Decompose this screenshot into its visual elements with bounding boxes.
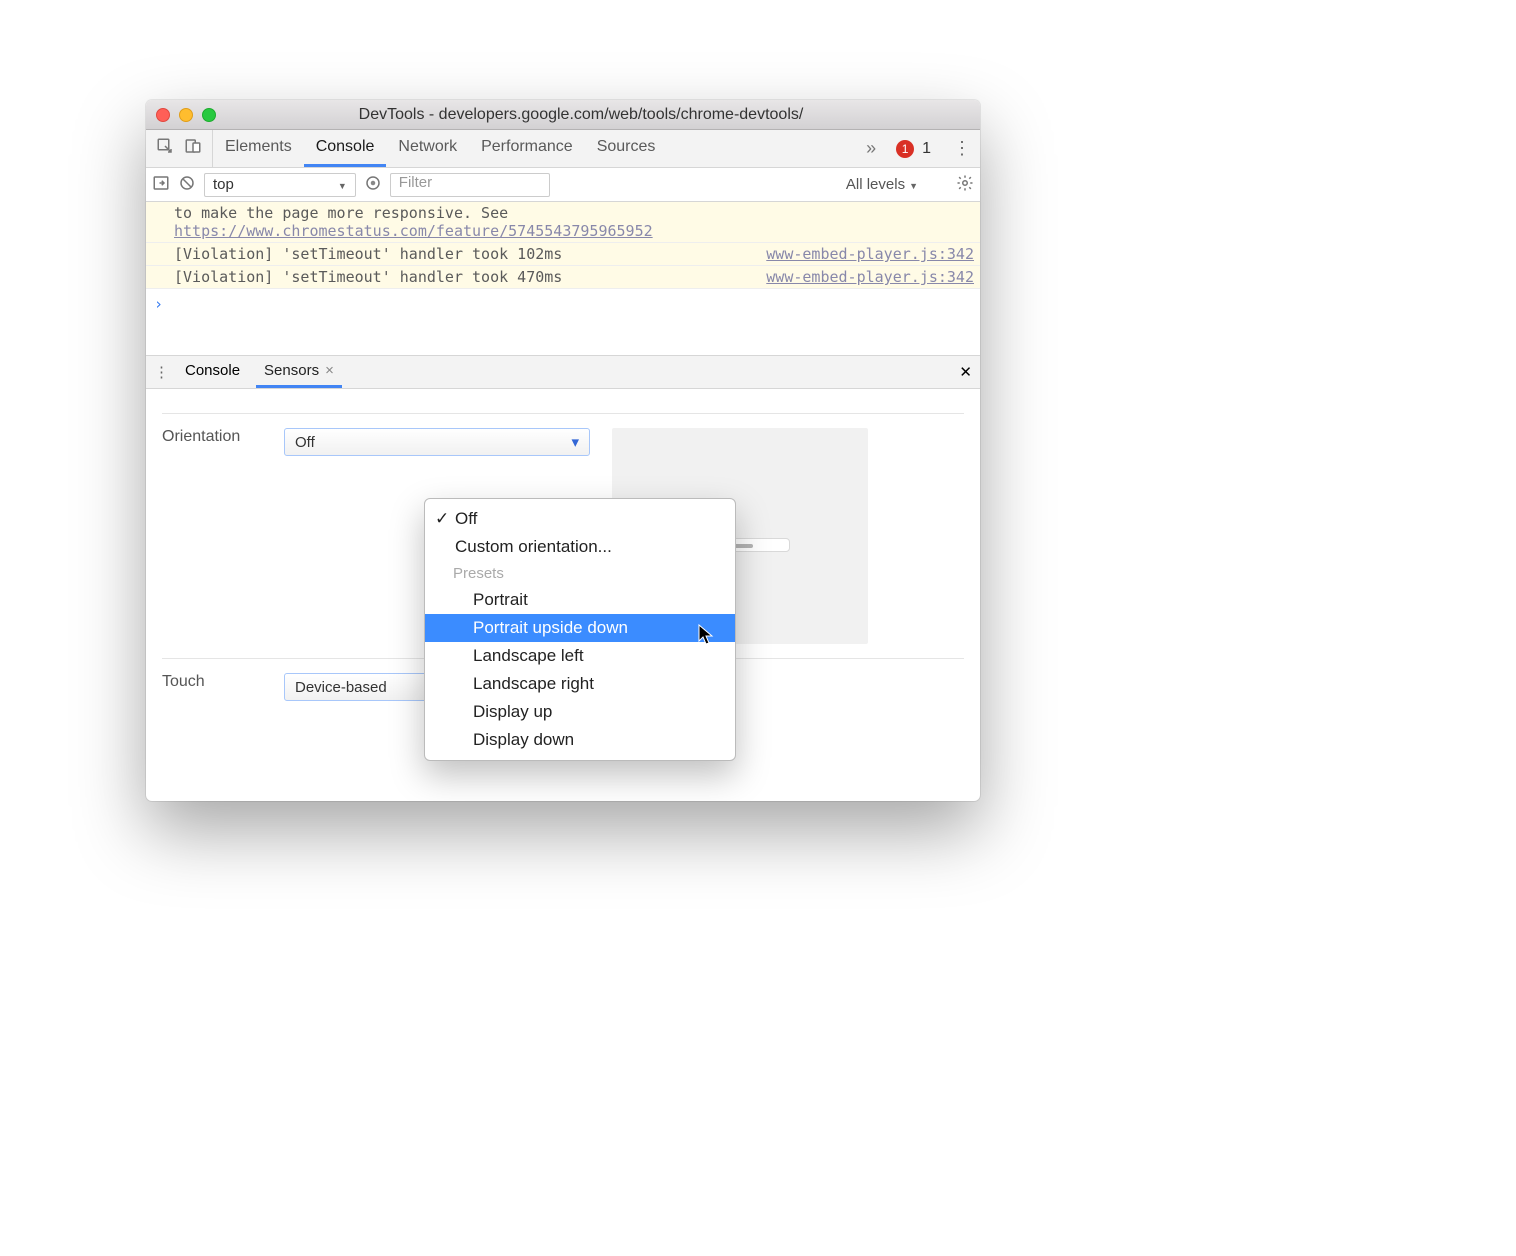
error-count-label: 1: [922, 140, 931, 158]
console-violation-row: [Violation] 'setTimeout' handler took 47…: [146, 266, 980, 289]
log-levels-selector[interactable]: All levels: [846, 176, 918, 193]
console-violation-row: [Violation] 'setTimeout' handler took 10…: [146, 243, 980, 266]
tab-performance[interactable]: Performance: [469, 130, 585, 167]
settings-gear-icon[interactable]: [956, 174, 974, 196]
dropdown-presets-header: Presets: [425, 561, 735, 586]
context-value: top: [213, 176, 234, 193]
dropdown-option-off[interactable]: Off: [425, 505, 735, 533]
orientation-select-value: Off: [295, 434, 315, 451]
close-drawer-icon[interactable]: ✕: [959, 363, 972, 381]
touch-select-value: Device-based: [295, 679, 387, 696]
dropdown-option-portrait[interactable]: Portrait: [425, 586, 735, 614]
console-output: to make the page more responsive. See ht…: [146, 202, 980, 319]
dropdown-option-landscape-left[interactable]: Landscape left: [425, 642, 735, 670]
orientation-dropdown-popup: Off Custom orientation... Presets Portra…: [424, 498, 736, 761]
drawer-kebab-icon[interactable]: ⋮: [154, 363, 169, 381]
chevron-down-icon: ▾: [571, 433, 579, 451]
dropdown-option-portrait-upside-down[interactable]: Portrait upside down: [425, 614, 735, 642]
device-toolbar-icon[interactable]: [184, 137, 202, 160]
devtools-window: DevTools - developers.google.com/web/too…: [146, 100, 980, 801]
chevron-down-icon: [334, 176, 347, 193]
orientation-label: Orientation: [162, 428, 262, 446]
console-toolbar: top Filter All levels: [146, 168, 980, 202]
chromestatus-link[interactable]: https://www.chromestatus.com/feature/574…: [174, 222, 653, 240]
context-selector[interactable]: top: [204, 173, 356, 197]
drawer-header: ⋮ Console Sensors × ✕: [146, 355, 980, 389]
drawer-tab-sensors[interactable]: Sensors ×: [256, 356, 342, 388]
titlebar: DevTools - developers.google.com/web/too…: [146, 100, 980, 130]
chevron-down-icon: [905, 176, 918, 193]
dropdown-option-display-up[interactable]: Display up: [425, 698, 735, 726]
kebab-menu-icon[interactable]: ⋮: [953, 138, 970, 159]
violation-text: [Violation] 'setTimeout' handler took 10…: [174, 245, 562, 263]
console-message: to make the page more responsive. See ht…: [146, 202, 980, 243]
live-expression-icon[interactable]: [364, 174, 382, 196]
minimize-window-button[interactable]: [179, 108, 193, 122]
clear-console-icon[interactable]: [178, 174, 196, 196]
tab-sources[interactable]: Sources: [585, 130, 668, 167]
filter-placeholder: Filter: [399, 174, 432, 191]
close-window-button[interactable]: [156, 108, 170, 122]
inspect-element-icon[interactable]: [156, 137, 174, 160]
close-tab-icon[interactable]: ×: [325, 362, 334, 379]
drawer-tab-label: Sensors: [264, 362, 319, 379]
filter-input[interactable]: Filter: [390, 173, 550, 197]
console-prompt[interactable]: ›: [146, 289, 980, 319]
touch-label: Touch: [162, 673, 262, 691]
more-tabs-icon[interactable]: [866, 138, 876, 159]
show-console-sidebar-icon[interactable]: [152, 174, 170, 196]
source-link[interactable]: www-embed-player.js:342: [766, 268, 974, 286]
violation-text: [Violation] 'setTimeout' handler took 47…: [174, 268, 562, 286]
tab-console[interactable]: Console: [304, 130, 387, 167]
devtools-tabs: Elements Console Network Performance Sou…: [146, 130, 980, 168]
source-link[interactable]: www-embed-player.js:342: [766, 245, 974, 263]
error-badge[interactable]: 1: [896, 140, 914, 158]
drawer-tab-console[interactable]: Console: [177, 356, 248, 388]
levels-label: All levels: [846, 176, 905, 193]
tab-network[interactable]: Network: [386, 130, 469, 167]
dropdown-option-display-down[interactable]: Display down: [425, 726, 735, 754]
dropdown-option-landscape-right[interactable]: Landscape right: [425, 670, 735, 698]
tab-elements[interactable]: Elements: [213, 130, 304, 167]
dropdown-option-custom[interactable]: Custom orientation...: [425, 533, 735, 561]
orientation-select[interactable]: Off ▾: [284, 428, 590, 456]
window-title: DevTools - developers.google.com/web/too…: [192, 106, 970, 124]
